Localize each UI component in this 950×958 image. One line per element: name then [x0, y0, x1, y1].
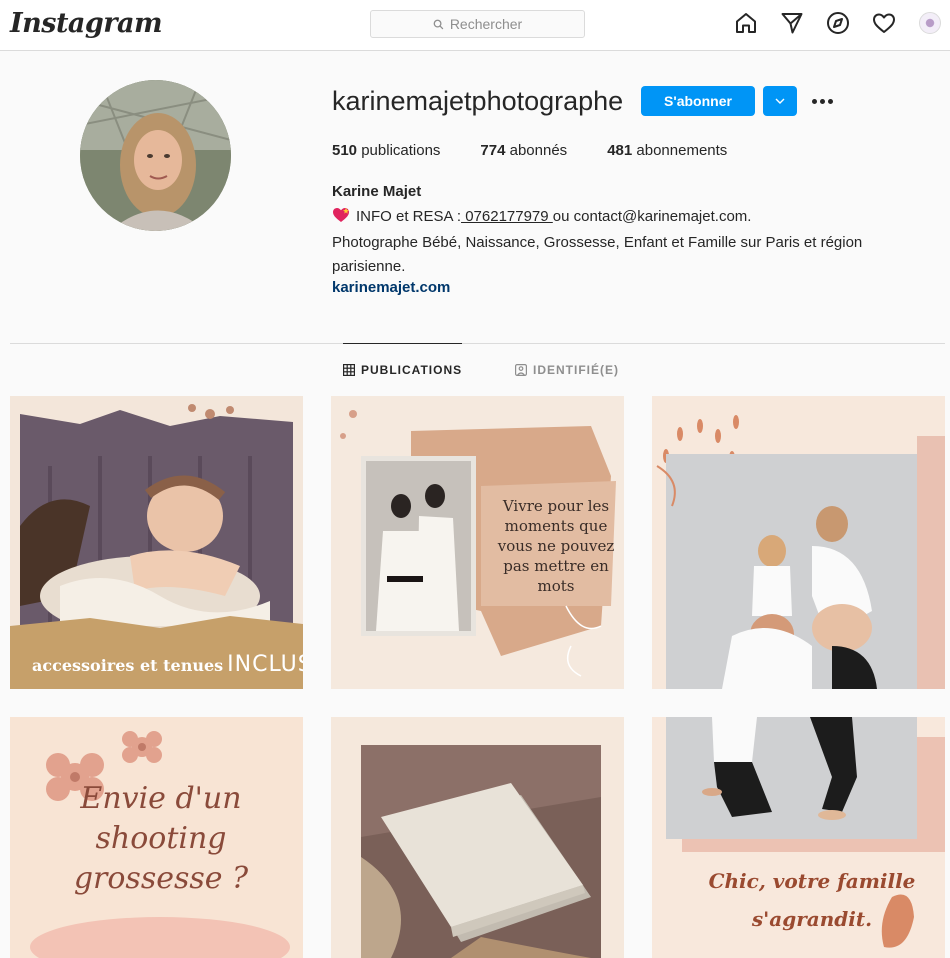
tagged-icon [515, 363, 527, 376]
tab-tagged-label: IDENTIFIÉ(E) [533, 362, 619, 377]
post-thumbnail-2[interactable]: Vivre pour les moments que vous ne pouve… [331, 396, 624, 689]
posts-count: 510 publications [332, 142, 441, 159]
post-3-image [652, 396, 945, 689]
post-thumbnail-4[interactable]: Envie d'un shooting grossesse ? [10, 717, 303, 958]
chevron-down-icon [775, 98, 785, 104]
avatar-small-image [919, 12, 941, 34]
profile-full-name: Karine Majet [332, 183, 422, 200]
search-placeholder: Rechercher [449, 16, 523, 32]
post-thumbnail-6[interactable]: Chic, votre famille s'agrandit. [652, 717, 945, 958]
followers-count[interactable]: 774 abonnés [480, 142, 567, 159]
sparkling-heart-emoji-icon [333, 208, 349, 222]
post-1-caption: accessoires et tenuesINCLUS [32, 652, 303, 677]
suggestions-dropdown-button[interactable] [763, 86, 797, 116]
bio-line-2: Photographe Bébé, Naissance, Grossesse, … [332, 234, 863, 275]
tab-publications[interactable]: PUBLICATIONS [343, 343, 463, 396]
profile-stats: 510 publications 774 abonnés 481 abonnem… [332, 142, 767, 159]
profile-username: karinemajetphotographe [332, 86, 624, 116]
more-options-icon[interactable] [810, 92, 834, 110]
post-2-caption: Vivre pour les moments que vous ne pouve… [497, 497, 615, 595]
profile-photo-image [80, 80, 231, 231]
follow-button[interactable]: S'abonner [641, 86, 755, 116]
direct-message-icon[interactable] [780, 11, 804, 35]
following-count[interactable]: 481 abonnements [607, 142, 727, 159]
instagram-logo[interactable]: Instagram [10, 8, 163, 39]
bio-info-label: INFO et RESA : [356, 208, 462, 225]
tabs-divider [10, 343, 945, 344]
post-thumbnail-5[interactable] [331, 717, 624, 958]
grid-icon [343, 364, 355, 376]
top-nav: Instagram Rechercher [0, 0, 950, 51]
home-icon[interactable] [734, 11, 758, 35]
post-thumbnail-3[interactable] [652, 396, 945, 689]
tab-tagged[interactable]: IDENTIFIÉ(E) [515, 343, 619, 396]
post-1-image [10, 396, 303, 689]
search-input[interactable]: Rechercher [370, 10, 585, 38]
search-icon [433, 19, 444, 29]
bio-phone-link[interactable]: 0762177979 [461, 208, 553, 225]
post-5-image [331, 717, 624, 958]
bio-line-1: INFO et RESA : 0762177979 ou contact@kar… [332, 207, 751, 225]
explore-icon[interactable] [826, 11, 850, 35]
profile-picture[interactable] [80, 80, 231, 231]
post-4-caption: Envie d'un shooting grossesse ? [73, 781, 249, 896]
profile-avatar-small[interactable] [918, 11, 942, 35]
tab-publications-label: PUBLICATIONS [361, 363, 463, 377]
post-6-caption: Chic, votre famille s'agrandit. [708, 869, 916, 931]
profile-website-link[interactable]: karinemajet.com [332, 279, 450, 296]
post-thumbnail-1[interactable]: accessoires et tenuesINCLUS [10, 396, 303, 689]
heart-icon[interactable] [872, 11, 896, 35]
bio-email-text: ou contact@karinemajet.com. [552, 208, 752, 225]
